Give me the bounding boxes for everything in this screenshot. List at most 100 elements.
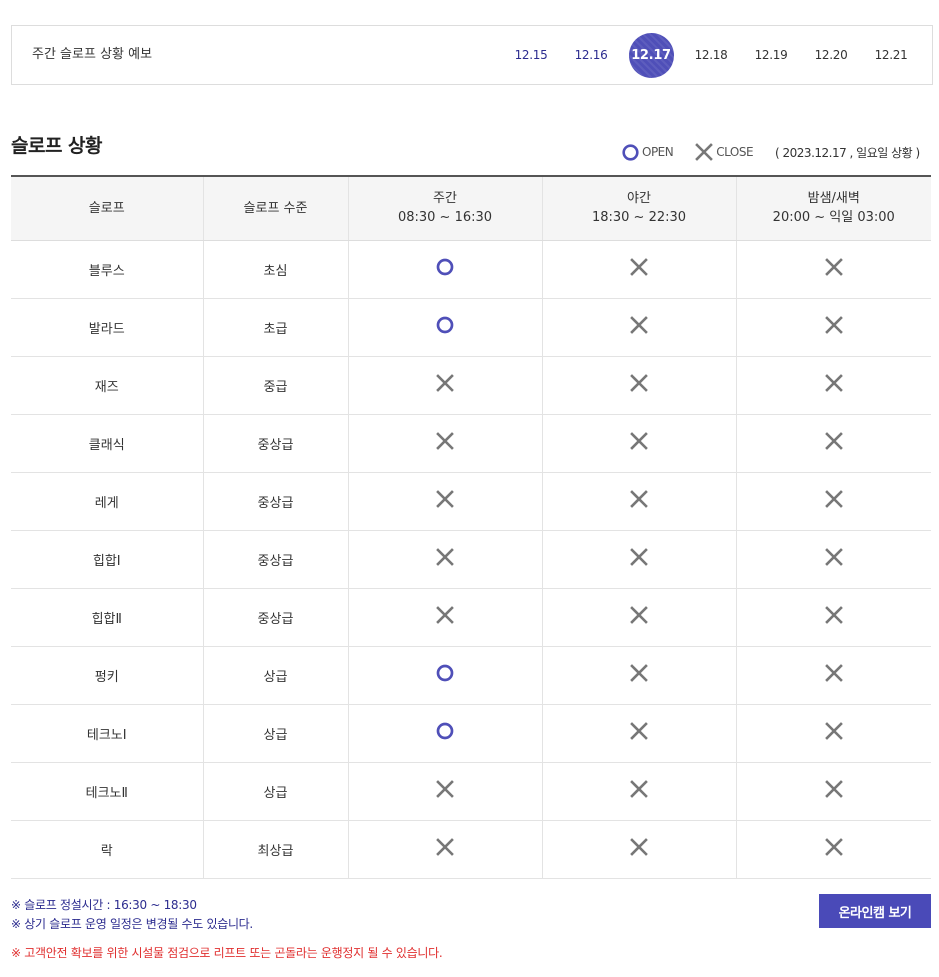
close-x-icon bbox=[824, 606, 843, 628]
header-night: 야간 18:30 ~ 22:30 bbox=[542, 176, 737, 241]
status-night bbox=[542, 414, 737, 473]
close-x-icon bbox=[824, 258, 843, 280]
slope-level: 중상급 bbox=[203, 414, 349, 473]
forecast-date-2[interactable]: 12.17 bbox=[621, 32, 681, 78]
status-night bbox=[542, 298, 737, 357]
close-x-icon bbox=[824, 316, 843, 338]
slope-level: 중상급 bbox=[203, 530, 349, 589]
slope-level: 최상급 bbox=[203, 820, 349, 879]
slope-name: 블루스 bbox=[11, 240, 204, 299]
close-x-icon bbox=[824, 374, 843, 396]
slope-status-table: 슬로프 슬로프 수준 주간 08:30 ~ 16:30 야간 18:30 ~ 22:… bbox=[11, 175, 931, 879]
table-row: 펑키 상급 bbox=[11, 646, 931, 705]
slope-level: 초급 bbox=[203, 298, 349, 357]
legend-close-label: CLOSE bbox=[716, 145, 754, 159]
status-day bbox=[348, 240, 543, 299]
status-dawn bbox=[736, 762, 931, 821]
slope-name: 힙합Ⅰ bbox=[11, 530, 204, 589]
close-x-icon bbox=[630, 258, 648, 280]
close-x-icon bbox=[630, 606, 648, 628]
close-x-icon bbox=[630, 664, 648, 686]
status-night bbox=[542, 704, 737, 763]
slope-name: 클래식 bbox=[11, 414, 204, 473]
slope-level: 중급 bbox=[203, 356, 349, 415]
forecast-date-6[interactable]: 12.21 bbox=[861, 48, 921, 62]
forecast-date-4[interactable]: 12.19 bbox=[741, 48, 801, 62]
forecast-date-3[interactable]: 12.18 bbox=[681, 48, 741, 62]
weekly-forecast-bar: 주간 슬로프 상황 예보 12.15 12.16 12.17 12.18 12.19 12… bbox=[11, 25, 933, 85]
section-title: 슬로프 상황 bbox=[11, 135, 103, 157]
forecast-date-0[interactable]: 12.15 bbox=[501, 48, 561, 62]
close-x-icon bbox=[436, 490, 454, 512]
status-dawn bbox=[736, 530, 931, 589]
table-header-row: 슬로프 슬로프 수준 주간 08:30 ~ 16:30 야간 18:30 ~ 22:… bbox=[11, 176, 931, 241]
close-x-icon bbox=[824, 722, 843, 744]
close-x-icon bbox=[630, 374, 648, 396]
close-x-icon bbox=[824, 432, 843, 454]
table-row: 클래식 중상급 bbox=[11, 414, 931, 473]
open-circle-icon bbox=[622, 143, 639, 161]
status-day bbox=[348, 472, 543, 531]
status-day bbox=[348, 298, 543, 357]
table-row: 테크노Ⅰ 상급 bbox=[11, 704, 931, 763]
table-row: 락 최상급 bbox=[11, 820, 931, 879]
slope-name: 재즈 bbox=[11, 356, 204, 415]
open-circle-icon bbox=[436, 258, 454, 280]
status-night bbox=[542, 356, 737, 415]
slope-level: 상급 bbox=[203, 704, 349, 763]
note-grooming-time: ※ 슬로프 정설시간 : 16:30 ~ 18:30 bbox=[11, 898, 197, 912]
close-x-icon bbox=[630, 838, 648, 860]
status-dawn bbox=[736, 704, 931, 763]
legend-open: OPEN bbox=[622, 143, 674, 161]
header-slope: 슬로프 bbox=[11, 176, 204, 241]
status-night bbox=[542, 588, 737, 647]
note-safety-warning: ※ 고객안전 확보를 위한 시설물 점검으로 리프트 또는 곤돌라는 운행정지 … bbox=[11, 946, 443, 960]
close-x-icon bbox=[630, 490, 648, 512]
header-level: 슬로프 수준 bbox=[203, 176, 349, 241]
table-row: 테크노Ⅱ 상급 bbox=[11, 762, 931, 821]
close-x-icon bbox=[824, 490, 843, 512]
status-day bbox=[348, 820, 543, 879]
open-circle-icon bbox=[436, 316, 454, 338]
legend: OPEN CLOSE ( 2023.12.17 , 일요일 상황 ) bbox=[622, 143, 920, 161]
table-row: 블루스 초심 bbox=[11, 240, 931, 299]
slope-level: 상급 bbox=[203, 762, 349, 821]
slope-name: 테크노Ⅱ bbox=[11, 762, 204, 821]
close-x-icon bbox=[630, 722, 648, 744]
status-date: ( 2023.12.17 , 일요일 상황 ) bbox=[775, 145, 920, 160]
slope-name: 펑키 bbox=[11, 646, 204, 705]
status-dawn bbox=[736, 240, 931, 299]
open-circle-icon bbox=[436, 664, 454, 686]
slope-level: 중상급 bbox=[203, 588, 349, 647]
status-dawn bbox=[736, 356, 931, 415]
status-dawn bbox=[736, 588, 931, 647]
table-row: 발라드 초급 bbox=[11, 298, 931, 357]
slope-name: 락 bbox=[11, 820, 204, 879]
status-dawn bbox=[736, 820, 931, 879]
close-x-icon bbox=[436, 606, 454, 628]
close-x-icon bbox=[436, 374, 454, 396]
status-night bbox=[542, 472, 737, 531]
status-day bbox=[348, 704, 543, 763]
status-night bbox=[542, 530, 737, 589]
close-x-icon bbox=[824, 838, 843, 860]
online-webcam-button[interactable]: 온라인캠 보기 bbox=[819, 894, 931, 928]
table-row: 힙합Ⅰ 중상급 bbox=[11, 530, 931, 589]
status-dawn bbox=[736, 472, 931, 531]
close-x-icon bbox=[630, 548, 648, 570]
slope-name: 테크노Ⅰ bbox=[11, 704, 204, 763]
slope-level: 중상급 bbox=[203, 472, 349, 531]
forecast-date-1[interactable]: 12.16 bbox=[561, 48, 621, 62]
close-x-icon bbox=[695, 143, 714, 161]
status-dawn bbox=[736, 646, 931, 705]
close-x-icon bbox=[630, 432, 648, 454]
forecast-date-5[interactable]: 12.20 bbox=[801, 48, 861, 62]
note-schedule-change: ※ 상기 슬로프 운영 일정은 변경될 수도 있습니다. bbox=[11, 917, 253, 931]
status-day bbox=[348, 588, 543, 647]
status-day bbox=[348, 646, 543, 705]
close-x-icon bbox=[436, 432, 454, 454]
status-night bbox=[542, 240, 737, 299]
status-day bbox=[348, 762, 543, 821]
status-dawn bbox=[736, 414, 931, 473]
slope-name: 레게 bbox=[11, 472, 204, 531]
